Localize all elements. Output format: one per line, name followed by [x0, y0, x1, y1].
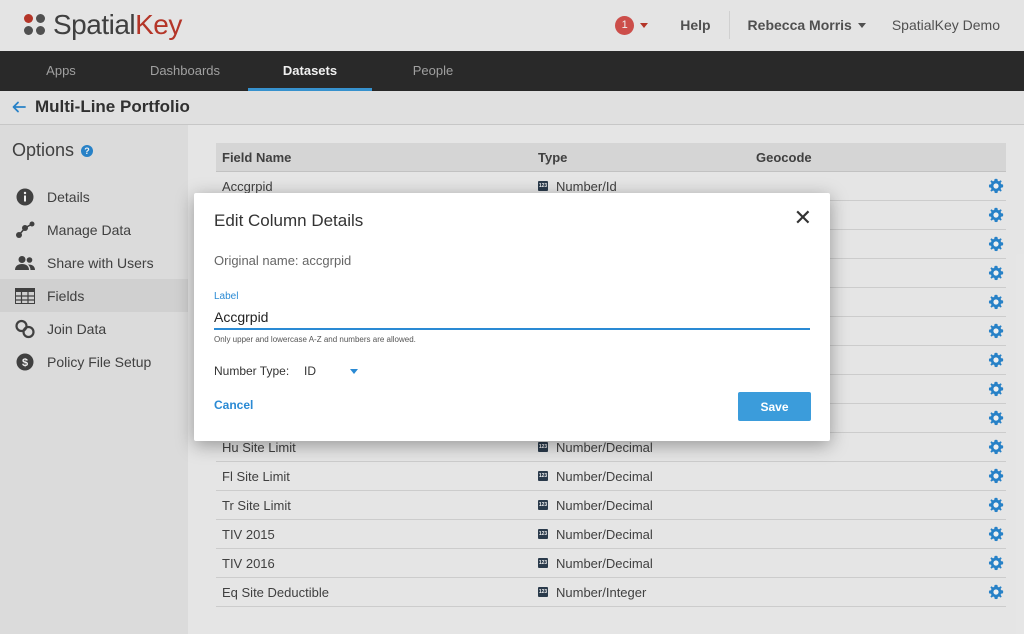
number-type-select[interactable]: ID	[304, 362, 360, 380]
number-type-value: ID	[304, 364, 316, 378]
save-button[interactable]: Save	[738, 392, 811, 421]
dialog-title: Edit Column Details	[214, 211, 364, 230]
label-caption: Label	[214, 291, 239, 302]
label-input[interactable]	[214, 306, 810, 330]
label-hint: Only upper and lowercase A-Z and numbers…	[214, 335, 416, 344]
cancel-button[interactable]: Cancel	[214, 398, 253, 412]
edit-column-dialog: Edit Column Details ✕ Original name: acc…	[194, 193, 830, 441]
chevron-down-icon	[350, 369, 358, 374]
close-icon[interactable]: ✕	[794, 207, 812, 229]
original-name-text: Original name: accgrpid	[214, 253, 352, 268]
number-type-label: Number Type:	[214, 364, 290, 378]
